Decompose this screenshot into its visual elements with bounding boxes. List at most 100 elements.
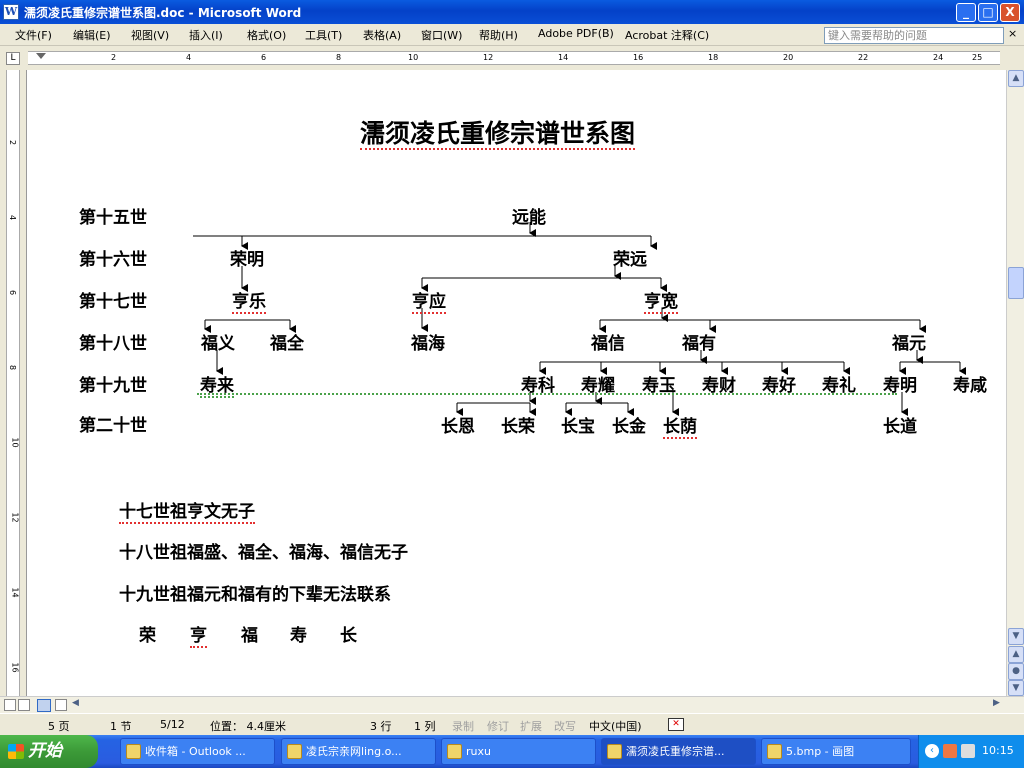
outline-view-icon[interactable] [55,699,67,711]
close-document-icon[interactable]: × [1008,27,1017,40]
note-line: 十七世祖亨文无子 [119,497,255,524]
person-name: 亨应 [412,287,446,314]
person-name: 福义 [201,334,235,354]
person-name: 福信 [591,334,625,354]
menu-file[interactable]: 文件(F) [15,27,52,43]
previous-page-icon[interactable]: ▲ [1008,646,1024,663]
person-name: 长宝 [561,417,595,437]
task-label: 5.bmp - 画图 [786,745,855,758]
vertical-scrollbar[interactable]: ▲ ▼ ▲ ● ▼ [1006,70,1024,696]
person-name: 寿财 [702,376,736,396]
menu-adobe-pdf[interactable]: Adobe PDF(B) [538,27,614,40]
ruler-number: 22 [858,53,869,62]
vruler-number: 8 [8,364,18,371]
horizontal-scrollbar[interactable]: ◀ ▶ [0,696,1024,713]
menu-view[interactable]: 视图(V) [131,27,169,43]
minimize-button[interactable]: _ [956,3,976,22]
vruler-number: 4 [8,214,18,221]
taskbar: 开始 收件箱 - Outlook ... 凌氏宗亲网ling.o... ruxu… [0,735,1024,768]
scroll-down-icon[interactable]: ▼ [1008,628,1024,645]
title-bar: W 濡须凌氏重修宗谱世系图.doc - Microsoft Word _ □ X [0,0,1024,24]
sequence-char: 亨 [190,621,207,648]
person-name: 寿礼 [822,376,856,396]
browse-object-icon[interactable]: ● [1008,663,1024,680]
volume-icon[interactable] [961,744,975,758]
security-icon[interactable] [943,744,957,758]
note-line: 十九世祖福元和福有的下辈无法联系 [119,585,391,605]
print-view-icon[interactable] [37,699,51,712]
ruler-number: 20 [783,53,794,62]
tab-selector-icon[interactable]: L [6,52,20,65]
normal-view-icon[interactable] [4,699,16,711]
status-bar: 5 页 1 节 5/12 位置： 4.4厘米 3 行 1 列 录制 修订 扩展 … [0,713,1024,735]
windows-logo-icon [8,744,24,759]
status-track[interactable]: 修订 [487,718,509,734]
status-extend[interactable]: 扩展 [520,718,542,734]
person-name: 亨乐 [232,287,266,314]
person-name: 寿耀 [581,376,615,396]
person-name: 亨宽 [644,287,678,314]
scroll-thumb[interactable] [1008,267,1024,299]
word-icon[interactable]: W [3,4,19,20]
start-button[interactable]: 开始 [0,735,98,768]
note-line: 十八世祖福盛、福全、福海、福信无子 [119,543,408,563]
maximize-button[interactable]: □ [978,3,998,22]
outlook-icon [126,744,141,759]
person-name: 寿咸 [953,376,987,396]
person-name-text: 长荫 [663,417,697,439]
taskbar-item-outlook[interactable]: 收件箱 - Outlook ... [120,738,275,765]
sequence-char: 荣 [139,626,156,646]
horizontal-ruler: L 2 4 6 8 10 12 14 16 18 20 22 24 25 [0,46,1024,70]
menu-acrobat-comments[interactable]: Acrobat 注释(C) [625,27,709,43]
task-label: ruxu [466,745,491,758]
vertical-ruler-bar[interactable]: 2 4 6 8 10 12 14 16 [6,70,20,696]
word-document-icon [607,744,622,759]
task-label: 凌氏宗亲网ling.o... [306,745,402,758]
status-record[interactable]: 录制 [452,718,474,734]
menu-help[interactable]: 帮助(H) [479,27,518,43]
person-name-text: 亨宽 [644,292,678,314]
next-page-icon[interactable]: ▼ [1008,680,1024,696]
scroll-up-icon[interactable]: ▲ [1008,70,1024,87]
taskbar-item-word[interactable]: 濡须凌氏重修宗谱... [601,738,756,765]
ruler-number: 6 [261,53,267,62]
clock[interactable]: 10:15 [982,744,1014,757]
person-name: 福全 [270,334,304,354]
close-button[interactable]: X [1000,3,1020,22]
spelling-status-icon[interactable]: ✕ [668,718,684,731]
scroll-right-icon[interactable]: ▶ [993,698,1000,708]
menu-tools[interactable]: 工具(T) [305,27,342,43]
ruler-bar[interactable]: 2 4 6 8 10 12 14 16 18 20 22 24 25 [28,51,1000,65]
menu-window[interactable]: 窗口(W) [421,27,462,43]
sequence-char-text: 亨 [190,626,207,648]
menu-table[interactable]: 表格(A) [363,27,401,43]
person-name: 长荫 [663,412,697,439]
status-section: 1 节 [110,720,132,733]
taskbar-item-browser[interactable]: 凌氏宗亲网ling.o... [281,738,436,765]
first-indent-marker-icon[interactable] [36,53,46,59]
menu-format[interactable]: 格式(O) [247,27,286,43]
window-title: 濡须凌氏重修宗谱世系图.doc - Microsoft Word [24,6,302,20]
menu-bar: 文件(F) 编辑(E) 视图(V) 插入(I) 格式(O) 工具(T) 表格(A… [0,24,1024,46]
person-name: 寿玉 [642,376,676,396]
sequence-char: 福 [241,626,258,646]
person-name-text: 亨乐 [232,292,266,314]
web-view-icon[interactable] [18,699,30,711]
ruler-number: 24 [933,53,944,62]
taskbar-item-paint[interactable]: 5.bmp - 画图 [761,738,911,765]
help-search-input[interactable]: 键入需要帮助的问题 [824,27,1004,44]
scroll-left-icon[interactable]: ◀ [72,698,79,708]
status-overtype[interactable]: 改写 [554,718,576,734]
menu-insert[interactable]: 插入(I) [189,27,223,43]
person-name: 荣远 [613,250,647,270]
person-name-text: 亨应 [412,292,446,314]
document-page[interactable]: 濡须凌氏重修宗谱世系图 第十五世 第十六世 第十七世 第十八世 第十九世 第二十… [26,70,1006,696]
status-position: 位置： 4.4厘米 [210,720,286,733]
taskbar-item-folder[interactable]: ruxu [441,738,596,765]
sequence-char: 长 [340,626,357,646]
ruler-number: 8 [336,53,342,62]
browser-icon [287,744,302,759]
menu-edit[interactable]: 编辑(E) [73,27,111,43]
tray-expand-icon[interactable]: ‹ [925,744,939,758]
person-name: 福元 [892,334,926,354]
